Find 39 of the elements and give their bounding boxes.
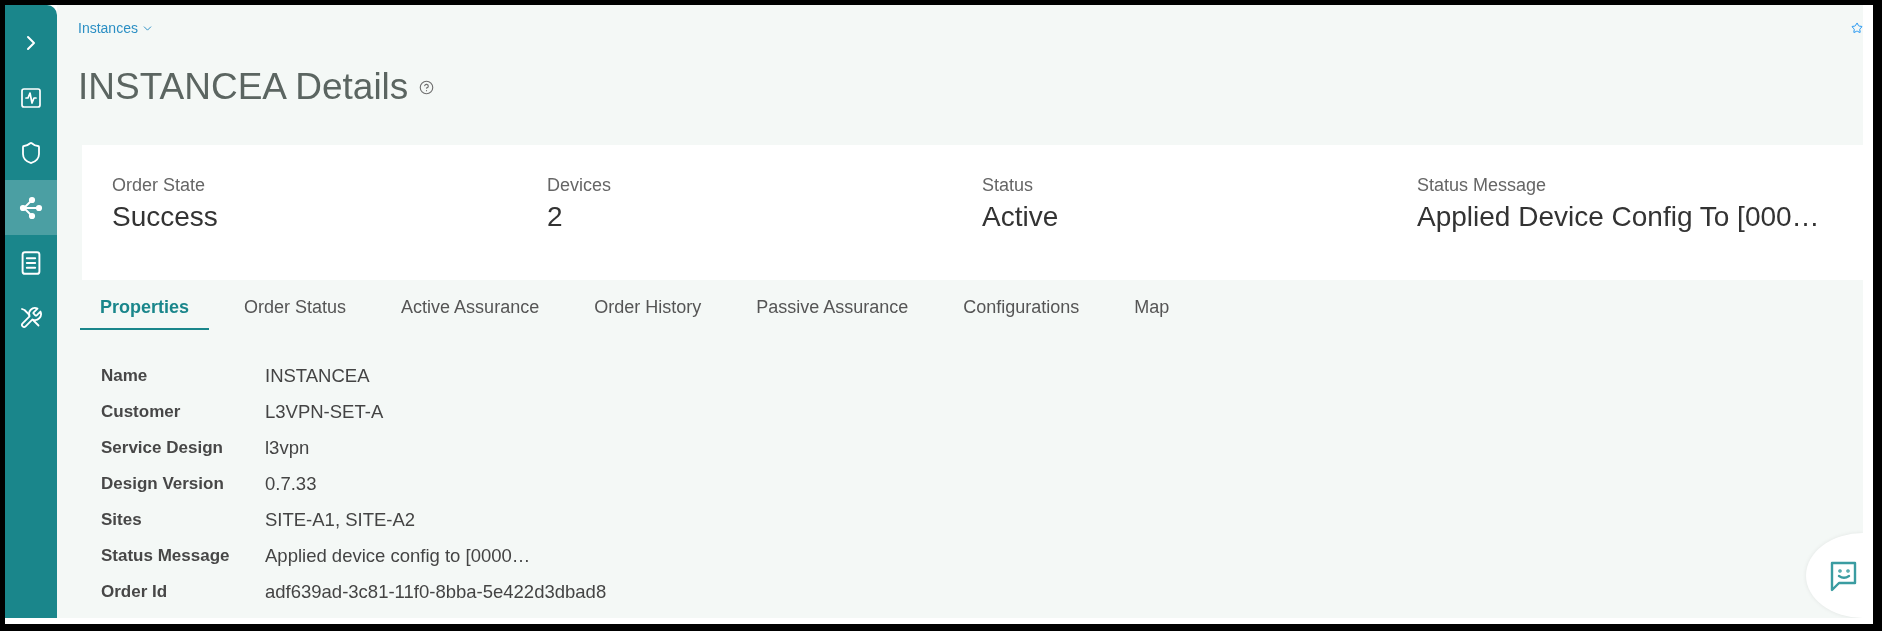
property-value: SITE-A1, SITE-A2 <box>265 509 416 531</box>
property-label: Status Message <box>101 546 231 566</box>
tab[interactable]: Configurations <box>943 280 1100 330</box>
tab[interactable]: Properties <box>80 280 210 330</box>
summary-label: Status Message <box>1417 175 1548 195</box>
tab[interactable]: Order Status <box>224 280 367 330</box>
summary-label: Devices <box>547 175 613 195</box>
tab[interactable]: Passive Assurance <box>736 280 929 330</box>
property-label: Service Design <box>101 438 224 458</box>
property-value: adf639ad-3c81-11f0-8bba-5e422d3dbad8 <box>265 581 607 603</box>
property-label: Order Id <box>101 582 169 602</box>
tab[interactable]: Active Assurance <box>381 280 560 330</box>
property-value: L3VPN-SET-A <box>265 401 384 423</box>
property-label: Customer <box>101 402 182 422</box>
summary-value: Active <box>982 201 1060 233</box>
summary-value: 2 <box>547 201 564 233</box>
property-label: Sites <box>101 510 143 530</box>
property-label: Design Version <box>101 474 225 494</box>
network-nodes-icon <box>19 195 43 220</box>
tab[interactable]: Map <box>1114 280 1190 330</box>
tab[interactable]: Order History <box>574 280 722 330</box>
summary-value: Success <box>112 201 219 233</box>
star-icon[interactable] <box>1851 22 1863 34</box>
summary-label: Order State <box>112 175 207 195</box>
smiling-chat-bubble-icon <box>1828 559 1858 592</box>
help-icon[interactable] <box>419 79 435 95</box>
summary-label: Status <box>982 175 1035 195</box>
property-value: INSTANCEA <box>265 365 370 387</box>
property-value: Applied device config to [0000… <box>265 545 531 567</box>
shield-icon <box>19 140 43 165</box>
pulse-monitor-icon <box>19 85 43 110</box>
page-title: INSTANCEA Details <box>78 67 409 107</box>
sidebar-item[interactable] <box>5 180 57 235</box>
document-icon <box>20 250 42 275</box>
property-label: Name <box>101 366 149 386</box>
property-value: l3vpn <box>265 437 310 459</box>
tools-icon <box>19 305 43 330</box>
summary-value: Applied Device Config To [000… <box>1417 201 1821 233</box>
property-value: 0.7.33 <box>265 473 317 495</box>
